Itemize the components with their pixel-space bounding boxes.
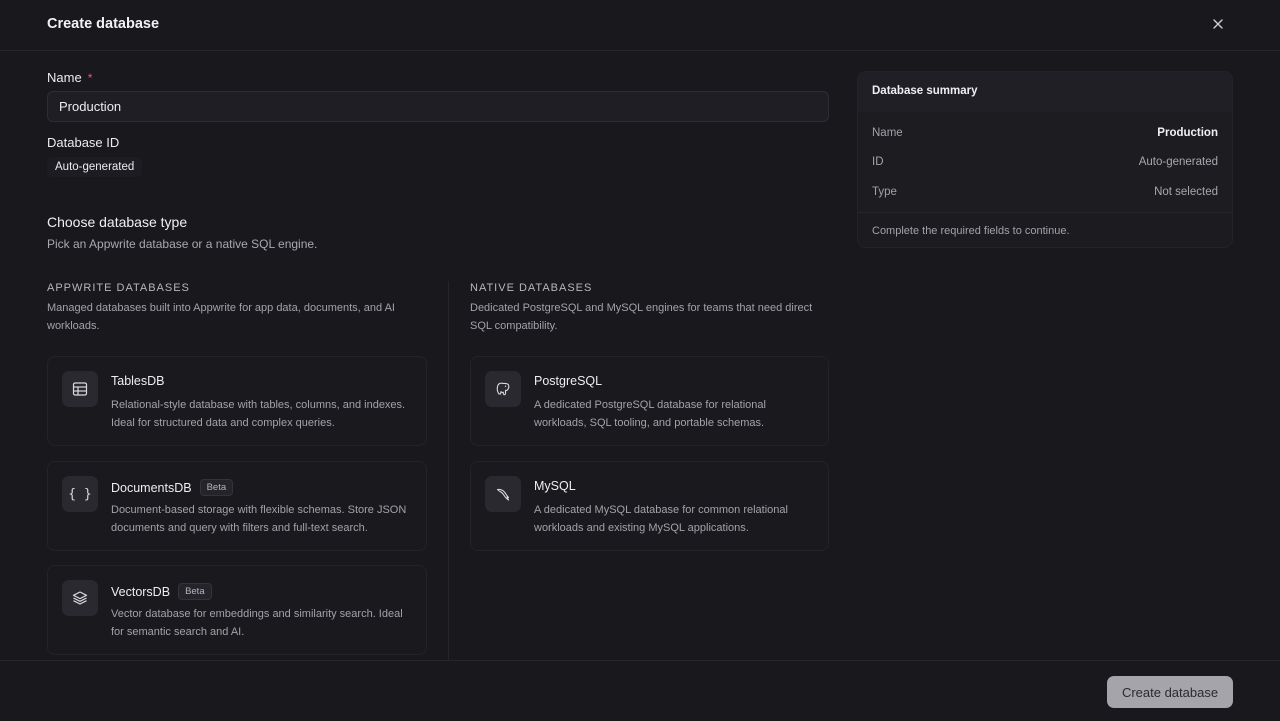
summary-key: Type — [872, 186, 897, 198]
dialog-title: Create database — [47, 16, 160, 32]
layers-icon — [62, 580, 98, 616]
card-documentsdb[interactable]: { } DocumentsDB Beta Document-based stor… — [47, 461, 427, 551]
required-mark: * — [87, 71, 93, 85]
summary-row-name: Name Production — [872, 127, 1218, 143]
appwrite-description-line1: Managed databases built into Appwrite fo… — [47, 302, 395, 314]
mysql-dolphin-icon — [485, 476, 521, 512]
summary-header: Database summary — [858, 72, 1232, 112]
native-description-line2: SQL compatibility. — [470, 320, 558, 332]
section-subtitle: Pick an Appwrite database or a native SQ… — [47, 237, 318, 251]
appwrite-heading: Appwrite databases — [47, 282, 190, 294]
database-id-chip[interactable]: Auto-generated — [47, 157, 143, 177]
name-label: Name * — [47, 70, 92, 85]
native-description-line1: Dedicated PostgreSQL and MySQL engines f… — [470, 302, 813, 314]
card-description-line1: A dedicated PostgreSQL database for rela… — [534, 399, 766, 411]
card-title: TablesDB — [111, 374, 165, 388]
card-description-line1: Vector database for embeddings and simil… — [111, 608, 403, 620]
card-title-text: TablesDB — [111, 374, 165, 388]
card-description: Document-based storage with flexible sch… — [111, 501, 416, 537]
beta-badge: Beta — [178, 583, 212, 600]
card-tablesdb[interactable]: TablesDB Relational-style database with … — [47, 356, 427, 446]
card-description-line2: for semantic search and AI. — [111, 626, 245, 638]
card-postgresql[interactable]: PostgreSQL A dedicated PostgreSQL databa… — [470, 356, 829, 446]
card-description-line2: documents and query with filters and ful… — [111, 522, 368, 534]
card-title-text: PostgreSQL — [534, 374, 603, 388]
card-description-line1: A dedicated MySQL database for common re… — [534, 504, 788, 516]
name-input[interactable] — [47, 91, 829, 122]
card-description-line1: Document-based storage with flexible sch… — [111, 504, 407, 516]
create-database-button[interactable]: Create database — [1107, 676, 1233, 708]
dialog-footer: Create database — [0, 660, 1280, 721]
card-title: VectorsDB Beta — [111, 583, 212, 600]
appwrite-description: Managed databases built into Appwrite fo… — [47, 299, 427, 335]
appwrite-description-line2: workloads. — [47, 320, 100, 332]
summary-key: Name — [872, 127, 903, 139]
database-id-label: Database ID — [47, 135, 120, 150]
close-button[interactable] — [1208, 14, 1228, 34]
summary-row-id: ID Auto-generated — [872, 156, 1218, 172]
native-heading: Native databases — [470, 282, 593, 294]
card-description: Vector database for embeddings and simil… — [111, 605, 416, 641]
summary-value: Auto-generated — [1138, 156, 1218, 168]
summary-value: Not selected — [1154, 186, 1218, 198]
summary-footer: Complete the required fields to continue… — [858, 212, 1232, 247]
summary-key: ID — [872, 156, 884, 168]
card-description-line2: Ideal for structured data and complex qu… — [111, 417, 335, 429]
card-title-text: VectorsDB — [111, 584, 171, 599]
native-description: Dedicated PostgreSQL and MySQL engines f… — [470, 299, 830, 335]
card-description: A dedicated MySQL database for common re… — [534, 501, 839, 537]
card-description: Relational-style database with tables, c… — [111, 396, 416, 432]
summary-title: Database summary — [872, 85, 978, 97]
card-title: DocumentsDB Beta — [111, 479, 234, 496]
summary-footer-text: Complete the required fields to continue… — [872, 225, 1070, 237]
database-summary-panel: Database summary Name Production ID Auto… — [857, 71, 1233, 248]
card-description-line1: Relational-style database with tables, c… — [111, 399, 406, 411]
name-label-text: Name — [47, 70, 82, 85]
card-description-line2: workloads, SQL tooling, and portable sch… — [534, 417, 765, 429]
summary-value: Production — [1157, 127, 1218, 139]
postgres-elephant-icon — [485, 371, 521, 407]
card-description: A dedicated PostgreSQL database for rela… — [534, 396, 839, 432]
dialog-header: Create database — [0, 0, 1280, 51]
card-title: MySQL — [534, 479, 576, 493]
card-title-text: MySQL — [534, 479, 576, 493]
close-icon — [1213, 19, 1223, 29]
card-title-text: DocumentsDB — [111, 480, 192, 495]
summary-row-type: Type Not selected — [872, 186, 1218, 202]
table-icon — [62, 371, 98, 407]
card-vectorsdb[interactable]: VectorsDB Beta Vector database for embed… — [47, 565, 427, 655]
section-title: Choose database type — [47, 214, 188, 230]
card-mysql[interactable]: MySQL A dedicated MySQL database for com… — [470, 461, 829, 551]
column-divider — [448, 281, 449, 665]
braces-icon: { } — [62, 476, 98, 512]
card-title: PostgreSQL — [534, 374, 602, 388]
beta-badge: Beta — [199, 479, 234, 496]
card-description-line2: workloads and existing MySQL application… — [534, 522, 749, 534]
